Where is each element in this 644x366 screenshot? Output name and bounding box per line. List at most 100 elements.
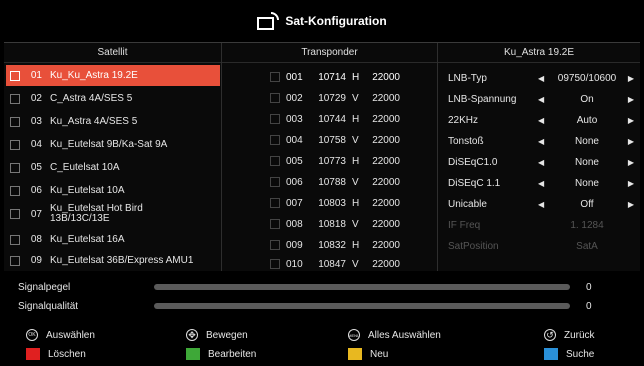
arrow-left-icon[interactable]: ◀ bbox=[538, 74, 554, 83]
checkbox[interactable] bbox=[10, 255, 20, 266]
arrow-left-icon[interactable]: ◀ bbox=[538, 158, 554, 167]
checkbox[interactable] bbox=[270, 135, 280, 145]
satellite-row[interactable]: 05 C_Eutelsat 10A bbox=[6, 157, 220, 178]
checkbox[interactable] bbox=[10, 70, 20, 81]
satellite-row[interactable]: 09 Ku_Eutelsat 36B/Express AMU1 bbox=[6, 250, 220, 271]
setting-lnb-type[interactable]: LNB-Typ ◀ 09750/10600 ▶ bbox=[448, 68, 640, 88]
setting-tone-burst[interactable]: Tonstoß ◀ None ▶ bbox=[448, 131, 640, 151]
transponder-row[interactable]: 008 10818 V 22000 bbox=[270, 214, 400, 234]
checkbox[interactable] bbox=[270, 93, 280, 103]
legend-label: Löschen bbox=[48, 348, 86, 360]
transponder-number: 003 bbox=[286, 113, 303, 125]
checkbox[interactable] bbox=[10, 234, 20, 245]
satellite-row[interactable]: 02 C_Astra 4A/SES 5 bbox=[6, 88, 220, 109]
arrow-left-icon[interactable]: ◀ bbox=[538, 200, 554, 209]
transponder-polarization: H bbox=[352, 155, 360, 167]
arrow-right-icon[interactable]: ▶ bbox=[620, 158, 634, 167]
transponder-row[interactable]: 006 10788 V 22000 bbox=[270, 172, 400, 192]
arrow-left-icon[interactable]: ◀ bbox=[538, 95, 554, 104]
transponder-frequency: 10744 bbox=[318, 113, 346, 125]
checkbox[interactable] bbox=[10, 162, 20, 173]
transponder-row[interactable]: 005 10773 H 22000 bbox=[270, 151, 400, 171]
satellite-row[interactable]: 08 Ku_Eutelsat 16A bbox=[6, 229, 220, 250]
satellite-name: Ku_Eutelsat 9B/Ka-Sat 9A bbox=[50, 138, 168, 150]
satellite-row[interactable]: 01 Ku_Ku_Astra 19.2E bbox=[6, 65, 220, 86]
setting-label: LNB-Typ bbox=[448, 72, 487, 84]
satellite-number: 01 bbox=[30, 70, 42, 81]
legend-label: Suche bbox=[566, 348, 595, 360]
satellite-row[interactable]: 03 Ku_Astra 4A/SES 5 bbox=[6, 111, 220, 132]
arrow-left-icon[interactable]: ◀ bbox=[538, 179, 554, 188]
setting-value: On bbox=[580, 93, 594, 105]
transponder-row[interactable]: 002 10729 V 22000 bbox=[270, 88, 400, 108]
checkbox[interactable] bbox=[270, 259, 280, 269]
transponder-frequency: 10788 bbox=[318, 176, 346, 188]
legend-label: Alles Auswählen bbox=[368, 329, 441, 341]
setting-label: DiSEqC1.0 bbox=[448, 156, 498, 168]
transponder-row[interactable]: 010 10847 V 22000 bbox=[270, 254, 400, 274]
checkbox[interactable] bbox=[10, 116, 20, 127]
transponder-polarization: V bbox=[352, 218, 359, 230]
setting-diseqc-10[interactable]: DiSEqC1.0 ◀ None ▶ bbox=[448, 152, 640, 172]
arrow-right-icon[interactable]: ▶ bbox=[620, 179, 634, 188]
checkbox[interactable] bbox=[270, 240, 280, 250]
satellite-row[interactable]: 04 Ku_Eutelsat 9B/Ka-Sat 9A bbox=[6, 134, 220, 155]
settings-panel-title: Ku_Astra 19.2E bbox=[438, 43, 640, 63]
transponder-frequency: 10847 bbox=[318, 258, 346, 270]
arrow-left-icon[interactable]: ◀ bbox=[538, 137, 554, 146]
legend-label: Bearbeiten bbox=[208, 348, 257, 360]
checkbox[interactable] bbox=[10, 185, 20, 196]
transponder-number: 010 bbox=[286, 258, 303, 270]
transponder-frequency: 10758 bbox=[318, 134, 346, 146]
setting-label: Tonstoß bbox=[448, 135, 484, 147]
transponder-number: 002 bbox=[286, 92, 303, 104]
setting-diseqc-11[interactable]: DiSEqC 1.1 ◀ None ▶ bbox=[448, 173, 640, 193]
page-title: Sat-Konfiguration bbox=[285, 14, 387, 28]
satellite-number: 02 bbox=[30, 93, 42, 104]
panels: Satellit 01 Ku_Ku_Astra 19.2E 02 C_Astra… bbox=[4, 42, 640, 271]
checkbox[interactable] bbox=[10, 139, 20, 150]
setting-value: 1. 1284 bbox=[570, 219, 604, 231]
transponder-number: 006 bbox=[286, 176, 303, 188]
satellite-tv-icon bbox=[257, 12, 280, 30]
legend-blue: Suche bbox=[544, 345, 594, 363]
setting-value: Off bbox=[580, 198, 594, 210]
transponder-polarization: V bbox=[352, 134, 359, 146]
arrow-left-icon[interactable]: ◀ bbox=[538, 116, 554, 125]
arrow-right-icon[interactable]: ▶ bbox=[620, 200, 634, 209]
dpad-icon: ✥ bbox=[186, 329, 198, 341]
arrow-right-icon[interactable]: ▶ bbox=[620, 116, 634, 125]
checkbox[interactable] bbox=[270, 198, 280, 208]
checkbox[interactable] bbox=[270, 156, 280, 166]
checkbox[interactable] bbox=[270, 219, 280, 229]
transponder-polarization: V bbox=[352, 92, 359, 104]
arrow-right-icon[interactable]: ▶ bbox=[620, 74, 634, 83]
transponder-panel-title: Transponder bbox=[222, 43, 437, 63]
transponder-number: 007 bbox=[286, 197, 303, 209]
setting-22khz[interactable]: 22KHz ◀ Auto ▶ bbox=[448, 110, 640, 130]
satellite-row[interactable]: 07 Ku_Eutelsat Hot Bird 13B/13C/13E bbox=[6, 201, 220, 227]
transponder-row[interactable]: 003 10744 H 22000 bbox=[270, 109, 400, 129]
menu-button-icon: MENU bbox=[348, 329, 360, 341]
satellite-name: Ku_Astra 4A/SES 5 bbox=[50, 115, 138, 127]
checkbox[interactable] bbox=[270, 177, 280, 187]
satellite-number: 03 bbox=[30, 116, 42, 127]
checkbox[interactable] bbox=[10, 93, 20, 104]
satellite-row[interactable]: 06 Ku_Eutelsat 10A bbox=[6, 180, 220, 201]
legend-back: ↺ Zurück bbox=[544, 326, 595, 344]
transponder-row[interactable]: 001 10714 H 22000 bbox=[270, 67, 400, 87]
transponder-row[interactable]: 007 10803 H 22000 bbox=[270, 193, 400, 213]
setting-lnb-voltage[interactable]: LNB-Spannung ◀ On ▶ bbox=[448, 89, 640, 109]
checkbox[interactable] bbox=[270, 114, 280, 124]
transponder-row[interactable]: 009 10832 H 22000 bbox=[270, 235, 400, 255]
arrow-right-icon[interactable]: ▶ bbox=[620, 95, 634, 104]
checkbox[interactable] bbox=[270, 72, 280, 82]
arrow-right-icon[interactable]: ▶ bbox=[620, 137, 634, 146]
setting-unicable[interactable]: Unicable ◀ Off ▶ bbox=[448, 194, 640, 214]
transponder-symbol-rate: 22000 bbox=[372, 92, 400, 104]
setting-label: IF Freq bbox=[448, 219, 481, 231]
header: Sat-Konfiguration bbox=[0, 0, 644, 42]
transponder-polarization: V bbox=[352, 176, 359, 188]
checkbox[interactable] bbox=[10, 209, 20, 219]
transponder-row[interactable]: 004 10758 V 22000 bbox=[270, 130, 400, 150]
